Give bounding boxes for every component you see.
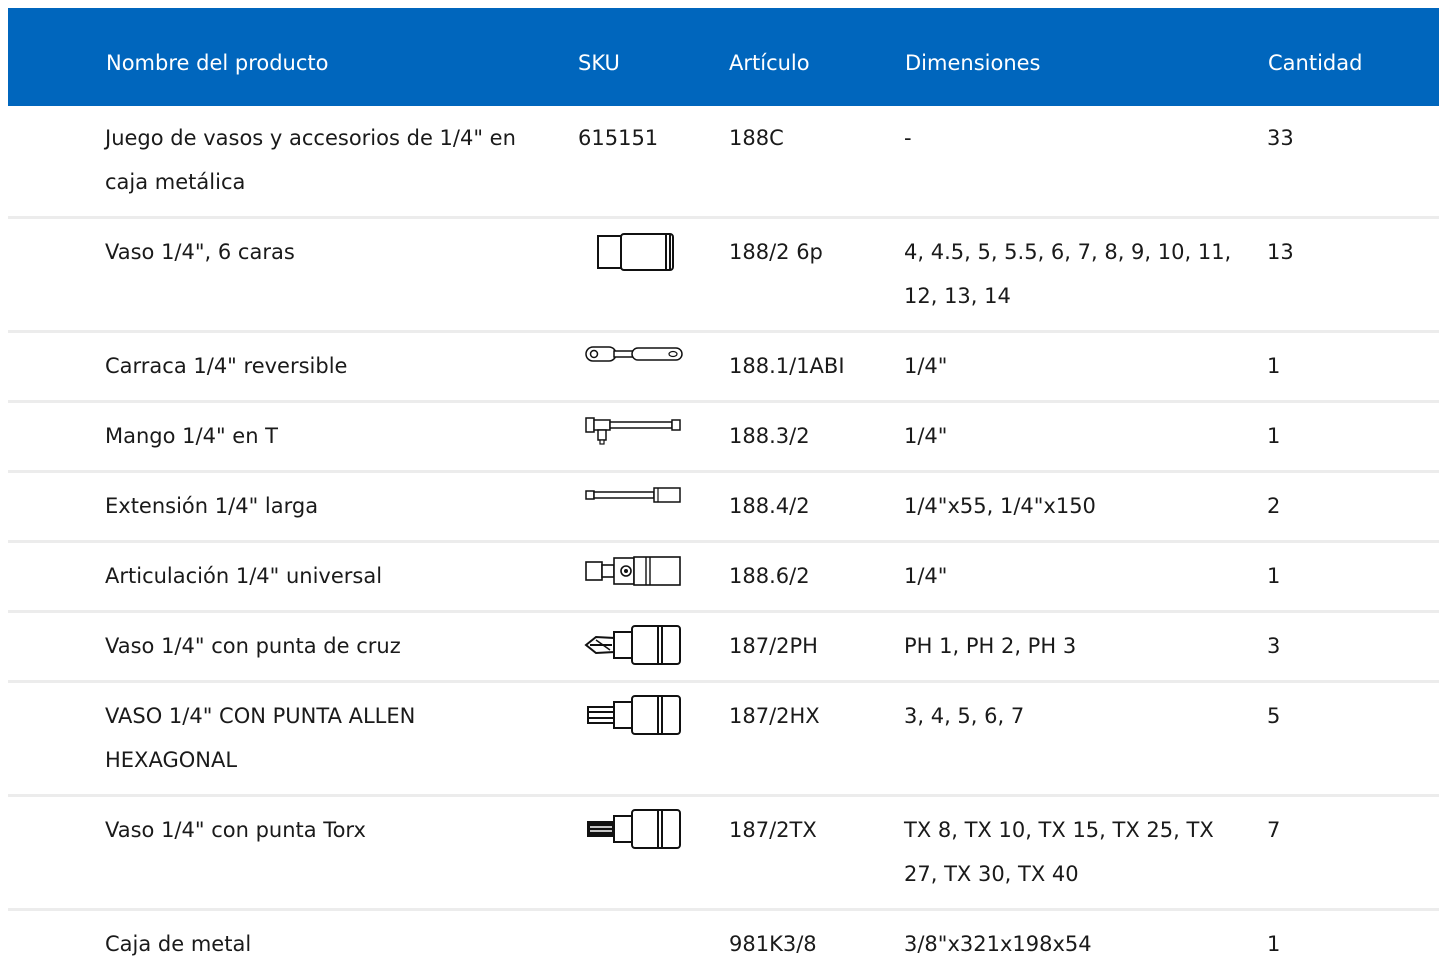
article: 188.1/1ABI: [729, 354, 845, 378]
dimensions: 3/8"x321x198x54: [904, 932, 1092, 956]
sku: 615151: [578, 126, 659, 150]
dimensions: 4, 4.5, 5, 5.5, 6, 7, 8, 9, 10, 11, 12, …: [904, 240, 1232, 308]
dimensions: TX 8, TX 10, TX 15, TX 25, TX 27, TX 30,…: [904, 818, 1214, 886]
article: 188/2 6p: [729, 240, 823, 264]
column-header-name: Nombre del producto: [106, 51, 329, 75]
row-divider: [8, 470, 1439, 473]
product-name: Carraca 1/4" reversible: [105, 354, 348, 378]
ratchet-icon: [576, 344, 686, 364]
table-header: Nombre del producto SKU Artículo Dimensi…: [8, 8, 1439, 106]
product-name: Mango 1/4" en T: [105, 424, 279, 448]
dimensions: 1/4": [904, 424, 948, 448]
dimensions: 1/4": [904, 354, 948, 378]
column-header-dimensions: Dimensiones: [905, 51, 1041, 75]
article: 188.3/2: [729, 424, 810, 448]
extension-bar-icon: [576, 484, 686, 506]
article: 188.6/2: [729, 564, 810, 588]
row-divider: [8, 540, 1439, 543]
dimensions: 1/4"x55, 1/4"x150: [904, 494, 1096, 518]
phillips-bit-socket-icon: [576, 624, 686, 666]
dimensions: 3, 4, 5, 6, 7: [904, 704, 1025, 728]
product-name: Vaso 1/4" con punta Torx: [105, 818, 366, 842]
article: 188.4/2: [729, 494, 810, 518]
column-header-quantity: Cantidad: [1268, 51, 1363, 75]
quantity: 1: [1267, 424, 1281, 448]
product-name: VASO 1/4" CON PUNTA ALLEN HEXAGONAL: [105, 704, 416, 772]
quantity: 5: [1267, 704, 1281, 728]
article: 187/2HX: [729, 704, 820, 728]
t-handle-icon: [576, 414, 686, 446]
row-divider: [8, 216, 1439, 219]
dimensions: -: [904, 126, 912, 150]
product-name: Extensión 1/4" larga: [105, 494, 319, 518]
hex-bit-socket-icon: [576, 694, 686, 736]
quantity: 33: [1267, 126, 1294, 150]
quantity: 3: [1267, 634, 1281, 658]
row-divider: [8, 794, 1439, 797]
product-name: Juego de vasos y accesorios de 1/4" en c…: [105, 126, 516, 194]
quantity: 1: [1267, 354, 1281, 378]
universal-joint-icon: [576, 554, 686, 588]
dimensions: PH 1, PH 2, PH 3: [904, 634, 1077, 658]
quantity: 1: [1267, 564, 1281, 588]
row-divider: [8, 330, 1439, 333]
article: 188C: [729, 126, 784, 150]
product-name: Vaso 1/4" con punta de cruz: [105, 634, 401, 658]
product-name: Articulación 1/4" universal: [105, 564, 383, 588]
quantity: 13: [1267, 240, 1294, 264]
torx-bit-socket-icon: [576, 808, 686, 850]
column-header-sku: SKU: [578, 51, 620, 75]
row-divider: [8, 610, 1439, 613]
quantity: 2: [1267, 494, 1281, 518]
row-divider: [8, 400, 1439, 403]
quantity: 7: [1267, 818, 1281, 842]
row-divider: [8, 908, 1439, 911]
quantity: 1: [1267, 932, 1281, 956]
row-divider: [8, 680, 1439, 683]
socket-icon: [576, 232, 686, 272]
product-name: Vaso 1/4", 6 caras: [105, 240, 295, 264]
article: 981K3/8: [729, 932, 817, 956]
product-name: Caja de metal: [105, 932, 252, 956]
dimensions: 1/4": [904, 564, 948, 588]
column-header-article: Artículo: [729, 51, 810, 75]
article: 187/2PH: [729, 634, 818, 658]
article: 187/2TX: [729, 818, 817, 842]
